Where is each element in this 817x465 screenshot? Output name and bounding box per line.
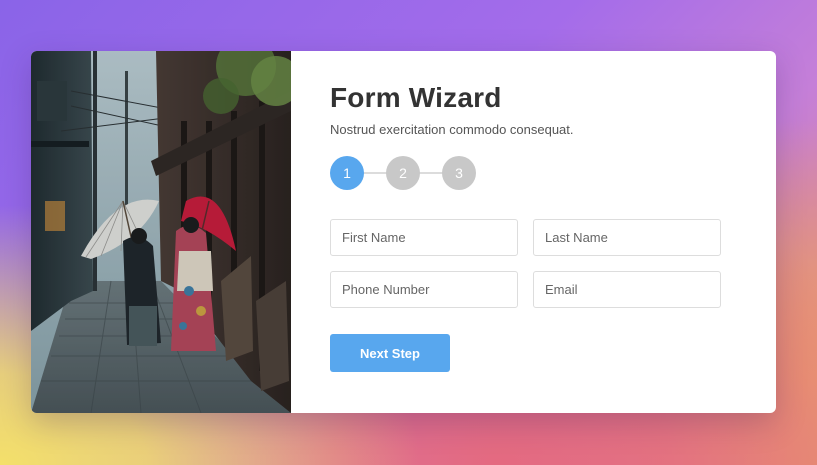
next-step-button[interactable]: Next Step [330, 334, 450, 372]
step-3[interactable]: 3 [442, 156, 476, 190]
wizard-card: Form Wizard Nostrud exercitation commodo… [31, 51, 776, 413]
step-indicator: 1 2 3 [330, 156, 477, 190]
form-panel: Form Wizard Nostrud exercitation commodo… [291, 51, 776, 413]
step-2[interactable]: 2 [386, 156, 420, 190]
street-photo [31, 51, 291, 413]
step-1[interactable]: 1 [330, 156, 364, 190]
phone-number-field[interactable] [330, 271, 518, 308]
form-fields [330, 219, 721, 308]
last-name-field[interactable] [533, 219, 721, 256]
page-title: Form Wizard [330, 82, 502, 113]
first-name-field[interactable] [330, 219, 518, 256]
email-field[interactable] [533, 271, 721, 308]
page-subtitle: Nostrud exercitation commodo consequat. [330, 122, 574, 137]
